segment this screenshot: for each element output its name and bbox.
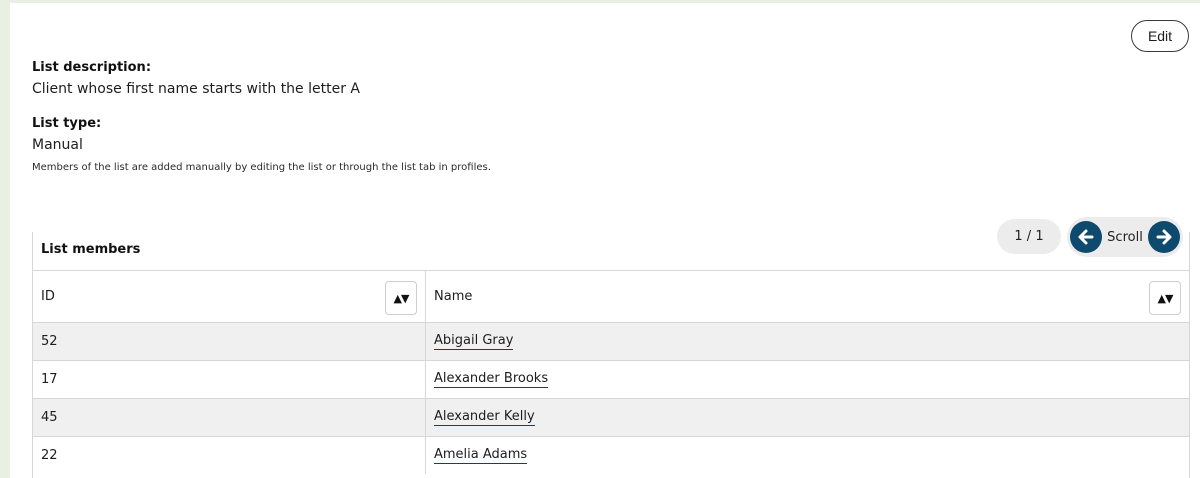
sort-id-button[interactable]: ▲▼ [385, 281, 417, 315]
top-accent-bar [0, 0, 1200, 3]
list-members-table: List members ID ▲▼ Name ▲▼ 52 Abigail Gr… [32, 232, 1190, 478]
table-header-row: ID ▲▼ Name ▲▼ [33, 270, 1189, 322]
table-caption: List members [41, 242, 141, 257]
cell-name: Abigail Gray [426, 323, 1189, 360]
sort-icon: ▲▼ [1157, 291, 1174, 305]
list-description-value: Client whose first name starts with the … [32, 81, 360, 97]
table-row: 45 Alexander Kelly [33, 398, 1189, 436]
table-row: 52 Abigail Gray [33, 322, 1189, 360]
table-row: 22 Amelia Adams [33, 436, 1189, 474]
edit-button[interactable]: Edit [1131, 20, 1189, 52]
cell-name: Alexander Kelly [426, 399, 1189, 436]
cell-name: Amelia Adams [426, 437, 1189, 474]
cell-id: 52 [33, 323, 426, 360]
cell-id: 22 [33, 437, 426, 474]
member-name-link[interactable]: Amelia Adams [434, 447, 528, 464]
cell-id: 17 [33, 361, 426, 398]
left-accent-bar [0, 0, 10, 478]
sort-name-button[interactable]: ▲▼ [1149, 281, 1181, 315]
column-header-name-label: Name [434, 289, 473, 304]
list-type-note: Members of the list are added manually b… [32, 162, 491, 173]
list-description-label: List description: [32, 60, 152, 75]
cell-name: Alexander Brooks [426, 361, 1189, 398]
column-header-id-label: ID [41, 289, 55, 304]
member-name-link[interactable]: Alexander Kelly [434, 409, 535, 426]
column-header-name: Name ▲▼ [426, 271, 1189, 322]
sort-icon: ▲▼ [393, 291, 410, 305]
list-type-value: Manual [32, 137, 83, 153]
member-name-link[interactable]: Alexander Brooks [434, 371, 549, 388]
list-type-label: List type: [32, 116, 102, 131]
member-name-link[interactable]: Abigail Gray [434, 333, 514, 350]
column-header-id: ID ▲▼ [33, 271, 426, 322]
cell-id: 45 [33, 399, 426, 436]
table-row: 17 Alexander Brooks [33, 360, 1189, 398]
